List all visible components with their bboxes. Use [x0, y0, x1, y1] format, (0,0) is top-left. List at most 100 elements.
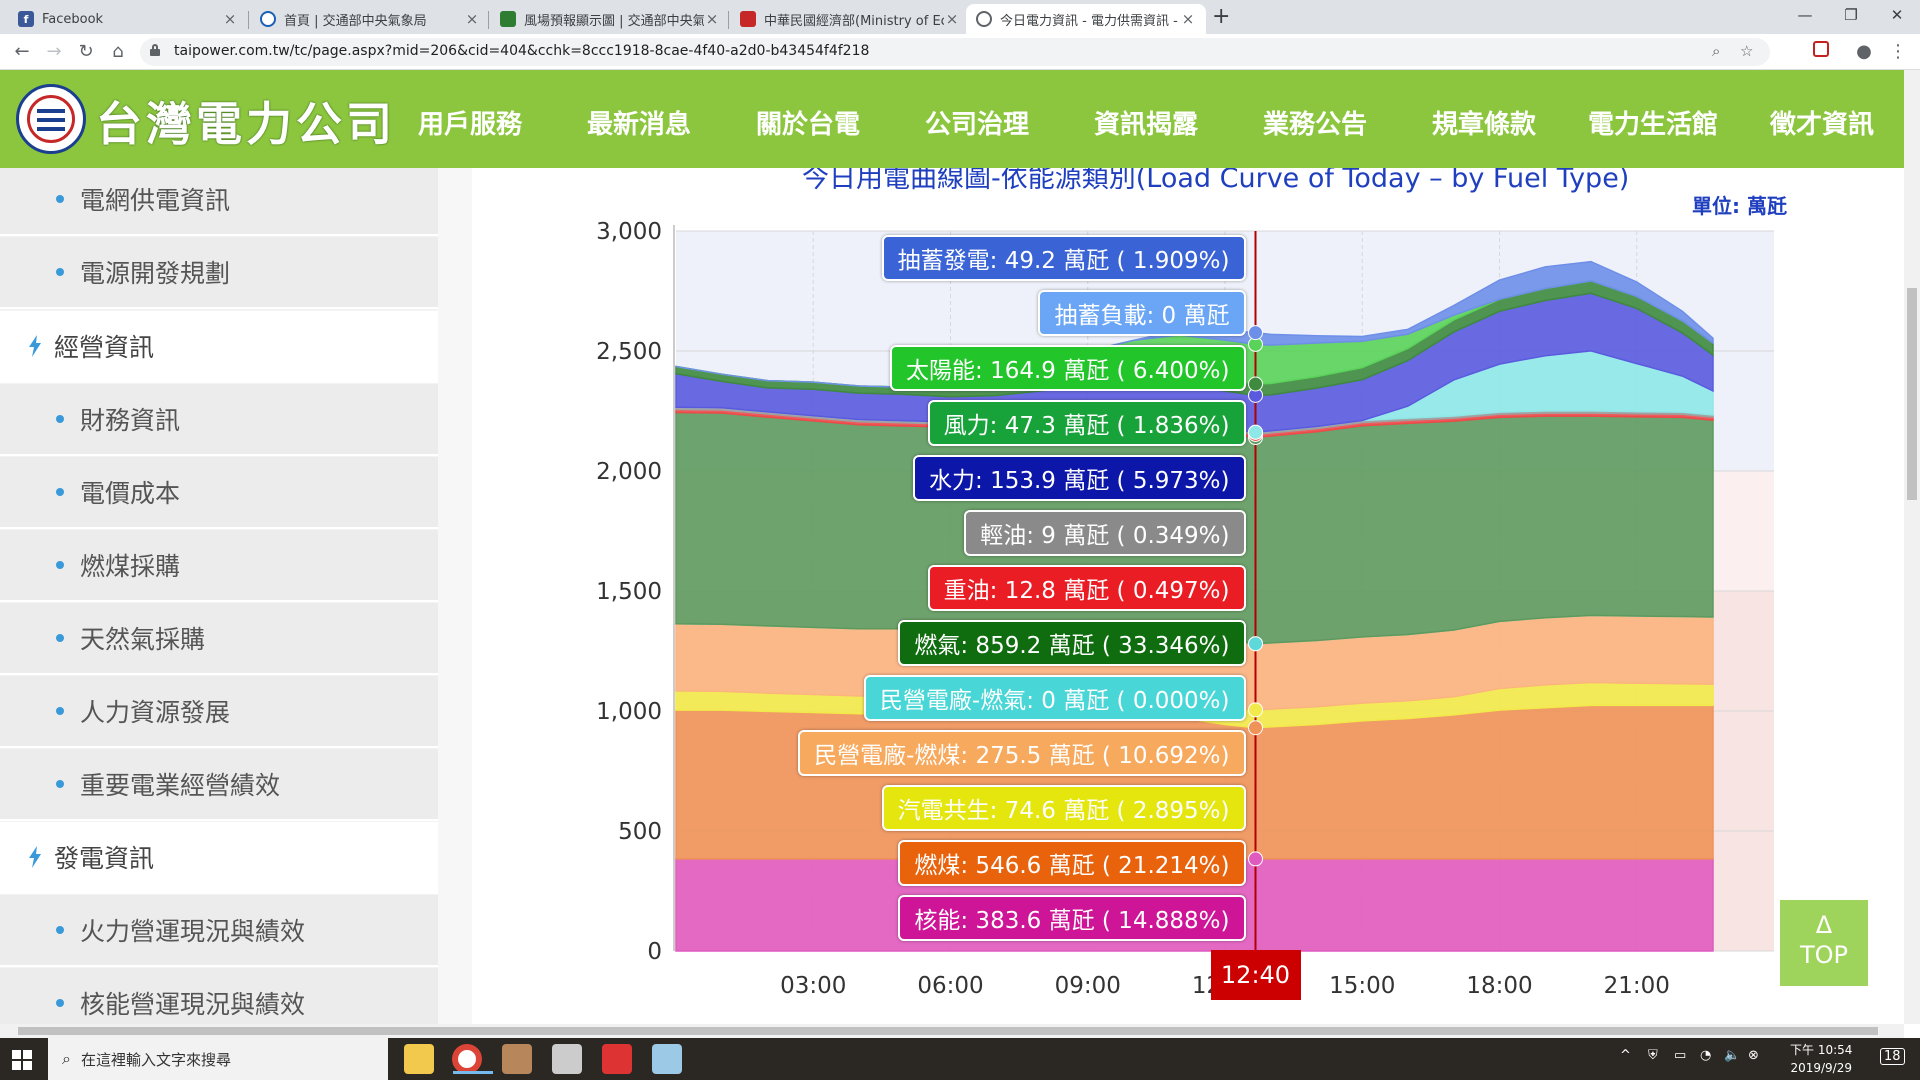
tab-title: 今日電力資訊 - 電力供需資訊 - 台 — [1000, 13, 1180, 29]
app-icon[interactable] — [502, 1044, 532, 1074]
sidebar-item[interactable]: 燃煤採購 — [0, 530, 438, 602]
tab-title: 首頁 | 交通部中央氣象局 — [284, 13, 427, 29]
back-to-top-button[interactable]: Δ TOP — [1780, 900, 1868, 986]
reload-icon[interactable]: ↻ — [74, 40, 98, 64]
tray-chevron-icon[interactable]: ^ — [1620, 1048, 1631, 1063]
tab-cwb-home[interactable]: 首頁 | 交通部中央氣象局 × — [250, 4, 490, 34]
lock-icon — [150, 44, 160, 56]
y-tick-label: 1,500 — [596, 579, 662, 605]
sidebar-item[interactable]: 電價成本 — [0, 457, 438, 529]
star-icon[interactable]: ☆ — [1740, 42, 1753, 60]
weather-map-icon — [500, 11, 516, 27]
nav-item-regulations[interactable]: 規章條款 — [1432, 104, 1536, 141]
sidebar-item[interactable]: 火力營運現況與績效 — [0, 895, 438, 967]
browser-toolbar: ← → ↻ ⌂ taipower.com.tw/tc/page.aspx?mid… — [0, 34, 1920, 70]
tray-security-icon[interactable]: ⛨ — [1648, 1048, 1658, 1063]
close-icon[interactable]: × — [1180, 10, 1196, 28]
close-icon[interactable]: × — [464, 10, 480, 28]
back-arrow-icon[interactable]: ← — [10, 40, 34, 64]
close-icon[interactable]: × — [944, 10, 960, 28]
profile-icon[interactable]: ● — [1852, 40, 1876, 64]
site-icon — [976, 11, 992, 27]
nav-item-customer-service[interactable]: 用戶服務 — [418, 104, 522, 141]
crosshair-marker — [1248, 851, 1263, 867]
tab-facebook[interactable]: f Facebook × — [8, 4, 248, 34]
url-text: taipower.com.tw/tc/page.aspx?mid=206&cid… — [174, 43, 870, 59]
tooltip-label: 核能: 383.6 萬瓩 ( 14.888%) — [898, 895, 1246, 941]
tray-network-icon[interactable]: ◔ — [1700, 1048, 1711, 1063]
nav-item-news[interactable]: 最新消息 — [587, 104, 691, 141]
y-tick-label: 0 — [647, 939, 662, 965]
sidebar-item[interactable]: 核能營運現況與績效 — [0, 968, 438, 1024]
tab-taipower[interactable]: 今日電力資訊 - 電力供需資訊 - 台 × — [966, 4, 1206, 34]
nav-item-announcements[interactable]: 業務公告 — [1263, 104, 1367, 141]
sidebar-item[interactable]: 電網供電資訊 — [0, 168, 438, 236]
forward-arrow-icon[interactable]: → — [42, 40, 66, 64]
tray-ime-icon[interactable]: ⊗ — [1748, 1048, 1759, 1063]
sidebar-item[interactable]: 財務資訊 — [0, 384, 438, 456]
sidebar-category[interactable]: 發電資訊 — [0, 822, 438, 894]
taskbar-clock[interactable]: 下午 10:54 2019/9/29 — [1790, 1041, 1852, 1077]
notification-badge[interactable]: 18 — [1880, 1048, 1905, 1065]
eye-icon — [260, 11, 276, 27]
y-tick-label: 1,000 — [596, 699, 662, 725]
sidebar: 電網供電資訊 電源開發規劃 經營資訊 財務資訊 電價成本 燃煤採購 天然氣採購 … — [0, 168, 438, 1024]
sidebar-item[interactable]: 人力資源發展 — [0, 676, 438, 748]
series-area — [675, 704, 1714, 860]
chrome-icon[interactable] — [452, 1044, 493, 1074]
browser-tab-strip: f Facebook × 首頁 | 交通部中央氣象局 × 風場預報顯示圖 | 交… — [0, 0, 1920, 34]
crosshair-marker — [1248, 636, 1263, 652]
tray-volume-icon[interactable]: 🔈 — [1724, 1048, 1740, 1063]
app-icon[interactable] — [602, 1044, 632, 1074]
sidebar-category[interactable]: 經營資訊 — [0, 311, 438, 383]
site-header: 台灣電力公司 用戶服務 最新消息 關於台電 公司治理 資訊揭露 業務公告 規章條… — [0, 70, 1904, 168]
crosshair-marker — [1248, 424, 1263, 440]
restore-button[interactable]: ❐ — [1828, 0, 1874, 34]
current-time-badge: 12:40 — [1210, 950, 1301, 1000]
close-icon[interactable]: × — [704, 10, 720, 28]
app-icon[interactable] — [652, 1044, 682, 1074]
lightning-icon — [29, 335, 41, 357]
x-tick-label: 18:00 — [1466, 973, 1532, 999]
tray-battery-icon[interactable]: ▭ — [1674, 1048, 1686, 1063]
taipower-logo-icon[interactable] — [16, 84, 86, 154]
tooltip-label: 抽蓄負載: 0 萬瓩 — [1038, 290, 1246, 336]
nav-item-governance[interactable]: 公司治理 — [925, 104, 1029, 141]
tooltip-label: 民營電廠-燃煤: 275.5 萬瓩 ( 10.692%) — [798, 730, 1246, 776]
sidebar-item[interactable]: 重要電業經營績效 — [0, 749, 438, 821]
app-icon[interactable] — [552, 1044, 582, 1074]
vertical-scrollbar[interactable] — [1904, 70, 1920, 1024]
lightning-icon — [29, 846, 41, 868]
new-tab-button[interactable]: + — [1212, 4, 1230, 29]
y-tick-label: 500 — [618, 819, 662, 845]
tab-moea[interactable]: 中華民國經濟部(Ministry of Econ × — [730, 4, 970, 34]
nav-item-life[interactable]: 電力生活館 — [1588, 104, 1718, 141]
nav-item-disclosure[interactable]: 資訊揭露 — [1094, 104, 1198, 141]
horizontal-scrollbar[interactable] — [0, 1024, 1904, 1038]
tab-wind-forecast[interactable]: 風場預報顯示圖 | 交通部中央氣象 × — [490, 4, 730, 34]
nav-item-about[interactable]: 關於台電 — [756, 104, 860, 141]
windows-start-icon[interactable] — [12, 1050, 32, 1070]
site-logo-text[interactable]: 台灣電力公司 — [96, 88, 396, 154]
sidebar-item[interactable]: 電源開發規劃 — [0, 237, 438, 309]
x-tick-label: 09:00 — [1055, 973, 1121, 999]
extension-icon[interactable] — [1813, 41, 1829, 57]
tooltip-label: 重油: 12.8 萬瓩 ( 0.497%) — [927, 565, 1246, 611]
moea-icon — [740, 11, 756, 27]
tooltip-label: 水力: 153.9 萬瓩 ( 5.973%) — [913, 455, 1246, 501]
crosshair-marker — [1248, 702, 1263, 718]
zoom-icon[interactable]: ⌕ — [1712, 42, 1720, 60]
tooltip-label: 民營電廠-燃氣: 0 萬瓩 ( 0.000%) — [863, 675, 1246, 721]
sidebar-item[interactable]: 天然氣採購 — [0, 603, 438, 675]
home-icon[interactable]: ⌂ — [106, 40, 130, 64]
taskbar-search-input[interactable]: ⌕ 在這裡輸入文字來搜尋 — [48, 1038, 388, 1080]
y-tick-label: 2,000 — [596, 459, 662, 485]
menu-dots-icon[interactable]: ⋮ — [1886, 40, 1910, 64]
tooltip-label: 抽蓄發電: 49.2 萬瓩 ( 1.909%) — [881, 235, 1246, 281]
nav-item-careers[interactable]: 徵才資訊 — [1770, 104, 1874, 141]
file-explorer-icon[interactable] — [404, 1044, 434, 1074]
window-close-button[interactable]: ✕ — [1874, 0, 1920, 34]
address-bar[interactable]: taipower.com.tw/tc/page.aspx?mid=206&cid… — [140, 38, 1770, 66]
close-icon[interactable]: × — [222, 10, 238, 28]
minimize-button[interactable]: — — [1782, 0, 1828, 34]
